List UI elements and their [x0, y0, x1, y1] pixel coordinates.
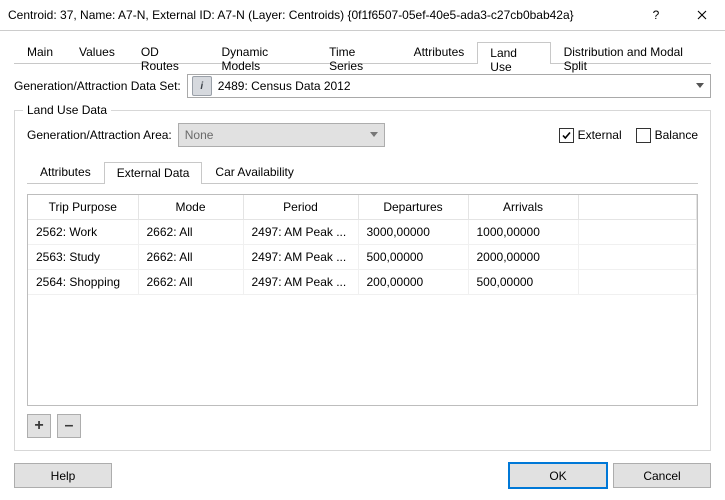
- tab-land-use[interactable]: Land Use: [477, 42, 550, 64]
- tab-dynamic-models[interactable]: Dynamic Models: [208, 41, 316, 63]
- subtab-car-availability[interactable]: Car Availability: [202, 161, 306, 183]
- cell-blank: [578, 220, 697, 245]
- external-checkbox[interactable]: [559, 128, 574, 143]
- help-button-footer[interactable]: Help: [14, 463, 112, 488]
- title-bar: Centroid: 37, Name: A7-N, External ID: A…: [0, 0, 725, 31]
- subtab-attributes[interactable]: Attributes: [27, 161, 104, 183]
- cell-purpose[interactable]: 2564: Shopping: [28, 270, 138, 295]
- chevron-down-icon: [696, 83, 704, 88]
- add-row-button[interactable]: +: [27, 414, 51, 438]
- cancel-label: Cancel: [643, 469, 680, 483]
- close-icon: [697, 10, 707, 20]
- external-checkbox-wrap[interactable]: External: [559, 128, 622, 143]
- checkmark-icon: [561, 130, 572, 141]
- col-arrivals[interactable]: Arrivals: [468, 195, 578, 220]
- land-use-group: Land Use Data Generation/Attraction Area…: [14, 110, 711, 451]
- cell-arrivals[interactable]: 1000,00000: [468, 220, 578, 245]
- tab-time-series[interactable]: Time Series: [316, 41, 401, 63]
- col-mode[interactable]: Mode: [138, 195, 243, 220]
- dataset-icon: i: [192, 76, 212, 96]
- dataset-label: Generation/Attraction Data Set:: [14, 79, 181, 93]
- remove-row-button[interactable]: –: [57, 414, 81, 438]
- cell-blank: [578, 245, 697, 270]
- area-label: Generation/Attraction Area:: [27, 128, 172, 142]
- group-title: Land Use Data: [23, 103, 111, 117]
- window-title: Centroid: 37, Name: A7-N, External ID: A…: [0, 8, 633, 22]
- cell-mode[interactable]: 2662: All: [138, 220, 243, 245]
- cell-departures[interactable]: 200,00000: [358, 270, 468, 295]
- cell-purpose[interactable]: 2562: Work: [28, 220, 138, 245]
- dialog-footer: Help OK Cancel: [0, 453, 725, 500]
- external-label: External: [578, 128, 622, 142]
- external-data-table: Trip PurposeModePeriodDeparturesArrivals…: [27, 194, 698, 406]
- tab-values[interactable]: Values: [66, 41, 128, 63]
- help-label: Help: [51, 469, 76, 483]
- col-trip-purpose[interactable]: Trip Purpose: [28, 195, 138, 220]
- cell-purpose[interactable]: 2563: Study: [28, 245, 138, 270]
- balance-checkbox[interactable]: [636, 128, 651, 143]
- close-button[interactable]: [679, 0, 725, 30]
- area-value: None: [185, 128, 214, 142]
- tab-main[interactable]: Main: [14, 41, 66, 63]
- help-glyph: ?: [653, 8, 660, 22]
- chevron-down-icon: [370, 132, 378, 137]
- dataset-value: 2489: Census Data 2012: [218, 79, 351, 93]
- tab-od-routes[interactable]: OD Routes: [128, 41, 209, 63]
- cell-mode[interactable]: 2662: All: [138, 270, 243, 295]
- tab-distribution-and-modal-split[interactable]: Distribution and Modal Split: [551, 41, 711, 63]
- col-period[interactable]: Period: [243, 195, 358, 220]
- cell-blank: [578, 270, 697, 295]
- area-dropdown[interactable]: None: [178, 123, 385, 147]
- table-row[interactable]: 2563: Study2662: All2497: AM Peak ...500…: [28, 245, 697, 270]
- table-row[interactable]: 2562: Work2662: All2497: AM Peak ...3000…: [28, 220, 697, 245]
- table-row[interactable]: 2564: Shopping2662: All2497: AM Peak ...…: [28, 270, 697, 295]
- plus-icon: +: [34, 417, 43, 435]
- cell-period[interactable]: 2497: AM Peak ...: [243, 245, 358, 270]
- cell-arrivals[interactable]: 2000,00000: [468, 245, 578, 270]
- help-button[interactable]: ?: [633, 0, 679, 30]
- ok-button[interactable]: OK: [509, 463, 607, 488]
- ok-label: OK: [549, 469, 566, 483]
- col-departures[interactable]: Departures: [358, 195, 468, 220]
- cancel-button[interactable]: Cancel: [613, 463, 711, 488]
- balance-label: Balance: [655, 128, 698, 142]
- cell-period[interactable]: 2497: AM Peak ...: [243, 220, 358, 245]
- minus-icon: –: [65, 417, 74, 435]
- col-blank: [578, 195, 697, 220]
- main-tabs: MainValuesOD RoutesDynamic ModelsTime Se…: [14, 41, 711, 64]
- cell-departures[interactable]: 3000,00000: [358, 220, 468, 245]
- sub-tabs: AttributesExternal DataCar Availability: [27, 161, 698, 184]
- balance-checkbox-wrap[interactable]: Balance: [636, 128, 698, 143]
- cell-arrivals[interactable]: 500,00000: [468, 270, 578, 295]
- subtab-external-data[interactable]: External Data: [104, 162, 203, 184]
- dataset-dropdown[interactable]: i 2489: Census Data 2012: [187, 74, 711, 98]
- cell-departures[interactable]: 500,00000: [358, 245, 468, 270]
- cell-period[interactable]: 2497: AM Peak ...: [243, 270, 358, 295]
- cell-mode[interactable]: 2662: All: [138, 245, 243, 270]
- tab-attributes[interactable]: Attributes: [401, 41, 478, 63]
